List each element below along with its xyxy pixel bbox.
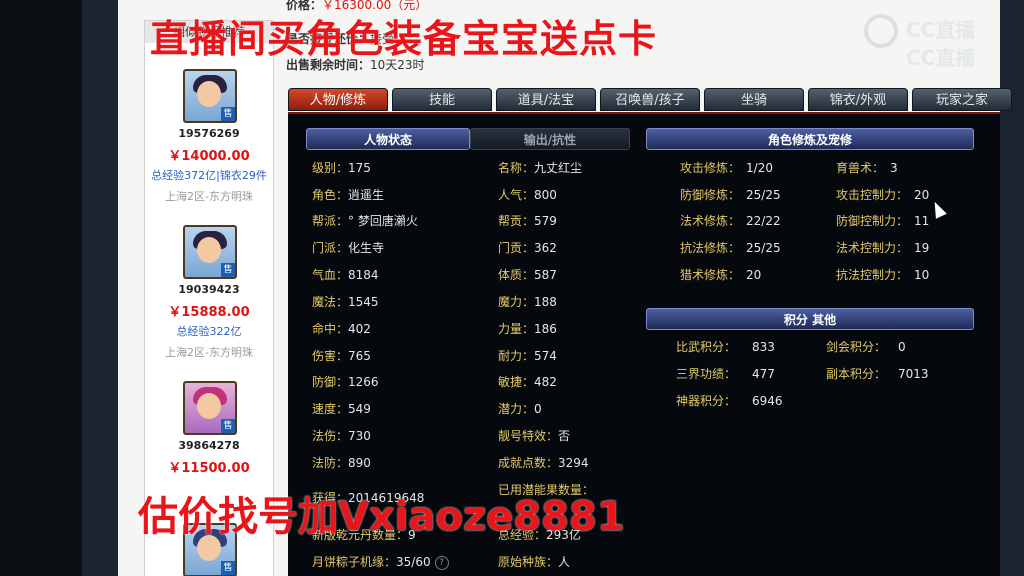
left-dark-strip: [82, 0, 118, 576]
stat-row: 潜力：0: [498, 402, 542, 416]
tab-character[interactable]: 人物/修炼: [288, 88, 388, 111]
avatar[interactable]: 售: [183, 225, 237, 279]
score-row: 副本积分： 7013: [826, 367, 929, 381]
stat-row: 体质：587: [498, 268, 557, 282]
tab-items[interactable]: 道具/法宝: [496, 88, 596, 111]
right-dark-strip: [1000, 0, 1024, 576]
subtab-output[interactable]: 输出/抗性: [470, 128, 630, 150]
control-row: 法术控制力： 19: [836, 241, 930, 255]
stat-row: 命中：402: [312, 322, 371, 336]
stat-row: 原始种族：人: [498, 555, 571, 569]
stat-row: 门派：化生寺: [312, 241, 385, 255]
stat-row: 敏捷：482: [498, 375, 557, 389]
item-id: 19039423: [178, 283, 240, 296]
tab-home[interactable]: 玩家之家: [912, 88, 1012, 111]
cultivation-row: 攻击修炼： 1/20: [680, 161, 773, 175]
stream-overlay-top: 直播间买角色装备宝宝送点卡: [150, 17, 658, 61]
cultivation-row: 抗法修炼： 25/25: [680, 241, 781, 255]
item-exp[interactable]: 总经验372亿|锦衣29件: [145, 167, 273, 183]
tab-pets[interactable]: 召唤兽/孩子: [600, 88, 700, 111]
score-row: 剑会积分： 0: [826, 340, 906, 354]
sell-badge: 售: [221, 419, 235, 433]
stat-row: 角色：逍遥生: [312, 188, 385, 202]
cultivation-row: 法术修炼： 22/22: [680, 214, 781, 228]
stat-row: 速度：549: [312, 402, 371, 416]
stat-row: 伤害：765: [312, 349, 371, 363]
stat-row: 力量：186: [498, 322, 557, 336]
cultivation-row: 猎术修炼： 20: [680, 268, 762, 282]
stat-row: 魔法：1545: [312, 295, 379, 309]
stream-overlay-bottom: 估价找号加Vxiaoze8881: [138, 494, 625, 540]
stat-row: 帮派：° 梦回唐瀨火: [312, 214, 418, 228]
score-row: 比武积分： 833: [676, 340, 775, 354]
stat-row: 人气：800: [498, 188, 557, 202]
stat-row: 帮贡：579: [498, 214, 557, 228]
watermark-line2: CC直播: [906, 46, 976, 70]
item-server: 上海2区-东方明珠: [165, 190, 253, 203]
score-row: 神器积分： 6946: [676, 394, 783, 408]
item-price: ￥15888.00: [168, 305, 250, 320]
cc-logo-icon: [864, 14, 898, 48]
item-id: 39864278: [178, 439, 240, 452]
item-price: ￥14000.00: [168, 149, 250, 164]
stat-row: 法伤：730: [312, 429, 371, 443]
video-frame: 相似物品推荐 售 19576269 ￥14000.00 总经验372亿|锦衣29…: [0, 0, 1024, 576]
item-server: 上海2区-东方明珠: [165, 346, 253, 359]
stat-row: 魔力：188: [498, 295, 557, 309]
score-row: 三界功绩： 477: [676, 367, 775, 381]
cc-watermark: CC直播 CC直播: [862, 8, 1012, 74]
avatar-face: [197, 393, 221, 419]
control-row: 抗法控制力： 10: [836, 268, 930, 282]
tab-bar: 人物/修炼 技能 道具/法宝 召唤兽/孩子 坐骑 锦衣/外观 玩家之家: [288, 88, 1012, 112]
stat-row: 月饼粽子机缘：35/60?: [312, 553, 449, 570]
watermark-line1: CC直播: [906, 18, 976, 42]
avatar-face: [197, 81, 221, 107]
sell-badge: 售: [221, 561, 235, 575]
stat-row: 门贡：362: [498, 241, 557, 255]
tab-mounts[interactable]: 坐骑: [704, 88, 804, 111]
stat-row: 防御：1266: [312, 375, 379, 389]
subtab-status[interactable]: 人物状态: [306, 128, 470, 150]
score-header: 积分 其他: [646, 308, 974, 330]
item-price: ￥11500.00: [168, 461, 250, 476]
item-exp[interactable]: 总经验322亿: [145, 323, 273, 339]
stat-row: 法防：890: [312, 456, 371, 470]
avatar[interactable]: 售: [183, 69, 237, 123]
cultivation-header: 角色修炼及宠修: [646, 128, 974, 150]
tab-skills[interactable]: 技能: [392, 88, 492, 111]
control-row: 攻击控制力： 20: [836, 188, 930, 202]
stat-row: 名称：九丈红尘: [498, 161, 583, 175]
sell-badge: 售: [221, 263, 235, 277]
item-id: 19576269: [178, 127, 240, 140]
stat-row: 气血：8184: [312, 268, 379, 282]
control-row: 育兽术： 3: [836, 161, 898, 175]
sell-badge: 售: [221, 107, 235, 121]
control-row: 防御控制力： 11: [836, 214, 930, 228]
stat-row: 成就点数：3294: [498, 456, 589, 470]
tab-outfits[interactable]: 锦衣/外观: [808, 88, 908, 111]
stat-row: 耐力：574: [498, 349, 557, 363]
stat-row: 靓号特效：否: [498, 429, 571, 443]
stat-row: 级别：175: [312, 161, 371, 175]
cultivation-row: 防御修炼： 25/25: [680, 188, 781, 202]
avatar[interactable]: 售: [183, 381, 237, 435]
help-icon[interactable]: ?: [434, 555, 449, 570]
avatar-face: [197, 237, 221, 263]
